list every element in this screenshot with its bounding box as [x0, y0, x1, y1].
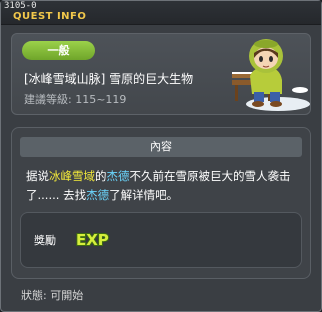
quest-name: [冰峰雪域山脉] 雪原的巨大生物 [24, 72, 194, 86]
window-title: QUEST INFO [13, 11, 87, 22]
quest-status: 狀態: 可開始 [21, 289, 84, 302]
desc-text: 据说 [26, 169, 49, 183]
svg-text:EXP: EXP [76, 231, 109, 249]
location-highlight: 冰峰雪域 [49, 169, 95, 183]
window-titlebar[interactable]: 3105-0 QUEST INFO [1, 1, 321, 25]
npc-portrait-icon [232, 39, 310, 111]
quest-description: 据说冰峰雪域的杰德不久前在雪原被巨大的雪人袭击了...... 去找杰德了解详情吧… [26, 167, 304, 205]
level-requirement: 建議等級: 115~119 [24, 93, 127, 106]
quest-info-window: 3105-0 QUEST INFO 一般 [冰峰雪域山脉] 雪原的巨大生物 建議… [0, 0, 322, 312]
reward-box: 獎勵 EXP [20, 212, 302, 268]
reward-label: 獎勵 [34, 234, 56, 247]
desc-text: 的 [95, 169, 107, 183]
exp-icon: EXP [75, 230, 110, 250]
quest-content-panel: 內容 据说冰峰雪域的杰德不久前在雪原被巨大的雪人袭击了...... 去找杰德了解… [11, 127, 311, 279]
category-tag: 一般 [22, 41, 95, 60]
desc-text: 了解详情吧。 [109, 188, 179, 202]
content-section-title: 內容 [20, 137, 302, 157]
quest-id: 3105-0 [4, 1, 37, 11]
quest-header-panel: 一般 [冰峰雪域山脉] 雪原的巨大生物 建議等級: 115~119 [11, 33, 311, 115]
npc-highlight: 杰德 [86, 188, 110, 202]
npc-highlight: 杰德 [106, 169, 130, 183]
